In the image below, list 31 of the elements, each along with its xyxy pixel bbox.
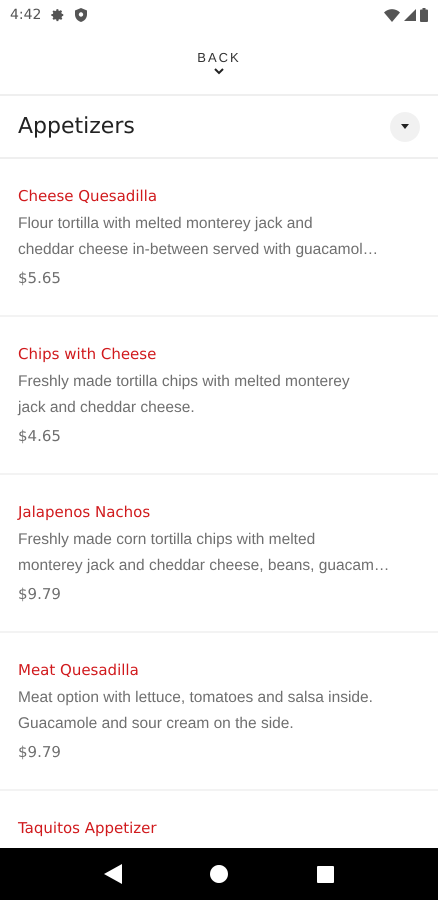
battery-icon xyxy=(420,8,428,22)
item-price: $9.79 xyxy=(18,742,61,763)
item-price: $5.65 xyxy=(18,268,61,289)
recents-nav-icon[interactable] xyxy=(316,866,334,882)
wifi-icon xyxy=(384,8,400,22)
gear-icon xyxy=(51,8,66,22)
menu-item[interactable]: Cheese Quesadilla Flour tortilla with melted monterey jack and cheddar cheese in-between served with guacamol… $5.65 xyxy=(0,159,438,317)
home-nav-icon[interactable] xyxy=(210,865,228,883)
menu-item[interactable]: Jalapenos Nachos Freshly made corn tortilla chips with melted monterey jack and cheddar cheese, beans, guacam… $9.79 xyxy=(0,475,438,633)
caret-icon xyxy=(401,124,409,129)
signal-icon xyxy=(404,9,416,21)
item-price: $4.65 xyxy=(18,426,61,447)
item-price: $9.79 xyxy=(18,584,61,605)
item-name: Chips with Cheese xyxy=(18,344,156,365)
item-name: Meat Quesadilla xyxy=(18,660,139,681)
item-name: Taquitos Appetizer xyxy=(18,818,157,839)
back-button[interactable]: BACK xyxy=(197,50,241,74)
back-nav-icon[interactable] xyxy=(104,864,122,884)
item-description: Meat option with lettuce, tomatoes and salsa inside. Guacamole and sour cream on the side. xyxy=(18,688,373,734)
category-title: Appetizers xyxy=(18,114,135,139)
item-description: Freshly made tortilla chips with melted monterey jack and cheddar cheese. xyxy=(18,372,350,418)
chevron-down-icon xyxy=(213,66,225,74)
item-description: Freshly made corn tortilla chips with melted monterey jack and cheddar cheese, beans, guacam… xyxy=(18,530,390,576)
menu-item[interactable]: Chips with Cheese Freshly made tortilla chips with melted monterey jack and cheddar cheese. $4.65 xyxy=(0,317,438,475)
item-name: Jalapenos Nachos xyxy=(18,502,150,523)
shield-icon xyxy=(75,8,88,22)
category-toggle[interactable] xyxy=(390,112,420,142)
menu-item[interactable]: Meat Quesadilla Meat option with lettuce, tomatoes and salsa inside. Guacamole and sour cream on the side. $9.79 xyxy=(0,633,438,791)
item-name: Cheese Quesadilla xyxy=(18,186,158,207)
status-time: 4:42 xyxy=(10,7,42,23)
item-description: Flour tortilla with melted monterey jack and cheddar cheese in-between served with guacamol… xyxy=(18,214,378,260)
